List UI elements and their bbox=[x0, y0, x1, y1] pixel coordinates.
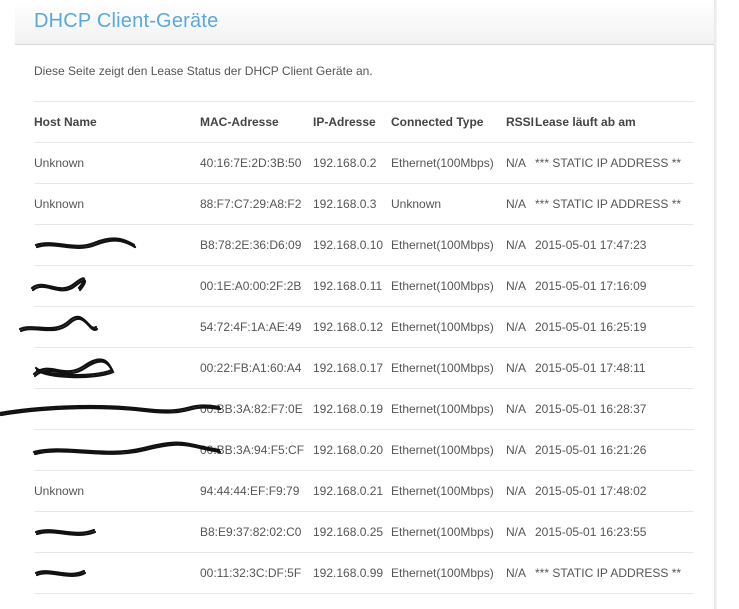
rssi-cell: N/A bbox=[506, 142, 535, 184]
table-row: Unknown 88:F7:C7:29:A8:F2 192.168.0.3 Unkno… bbox=[34, 183, 694, 225]
table-header-row: Host Name MAC-Adresse IP-Adresse Connect… bbox=[34, 101, 694, 143]
redaction-scribble bbox=[34, 236, 194, 251]
connected-type-cell: Unknown bbox=[391, 183, 506, 225]
redaction-scribble bbox=[0, 401, 222, 416]
connected-type-cell: Ethernet(100Mbps) bbox=[391, 224, 506, 266]
lease-expiry-cell: 2015-05-01 16:25:19 bbox=[535, 306, 694, 348]
header-host-name: Host Name bbox=[34, 101, 200, 143]
table-row: 00:BB:3A:94:F5:CF 192.168.0.20 Ethernet(10… bbox=[32, 429, 694, 471]
table-row: Unknown 94:44:44:EF:F9:79 192.168.0.21 Ethe… bbox=[34, 470, 694, 512]
connected-type-cell: Ethernet(100Mbps) bbox=[391, 306, 506, 348]
host-name-cell: Unknown bbox=[34, 470, 200, 512]
panel-shadow bbox=[714, 0, 717, 609]
lease-expiry-cell: 2015-05-01 16:28:37 bbox=[535, 388, 694, 430]
lease-expiry-cell: *** STATIC IP ADDRESS ** bbox=[535, 183, 694, 225]
ip-address-cell: 192.168.0.25 bbox=[313, 511, 391, 553]
host-name-cell: Unknown bbox=[34, 142, 200, 184]
host-name-cell bbox=[30, 265, 200, 307]
connected-type-cell: Ethernet(100Mbps) bbox=[391, 470, 506, 512]
host-name-cell: Unknown bbox=[34, 183, 200, 225]
ip-address-cell: 192.168.0.10 bbox=[313, 224, 391, 266]
connected-type-cell: Ethernet(100Mbps) bbox=[391, 347, 506, 389]
lease-expiry-cell: 2015-05-01 17:48:11 bbox=[535, 347, 694, 389]
mac-address-cell: 94:44:44:EF:F9:79 bbox=[200, 470, 313, 512]
header-rssi: RSSI bbox=[506, 101, 535, 143]
host-name-cell bbox=[32, 429, 222, 471]
mac-address-cell: 40:16:7E:2D:3B:50 bbox=[200, 142, 313, 184]
lease-expiry-cell: 2015-05-01 17:48:02 bbox=[535, 470, 694, 512]
table-row: 00:BB:3A:82:F7:0E 192.168.0.19 Ethernet(10… bbox=[0, 388, 694, 430]
rssi-cell: N/A bbox=[506, 470, 535, 512]
ip-address-cell: 192.168.0.17 bbox=[313, 347, 391, 389]
header-connected-type: Connected Type bbox=[391, 101, 506, 143]
redaction-scribble bbox=[32, 357, 194, 378]
lease-expiry-cell: 2015-05-01 16:21:26 bbox=[535, 429, 694, 471]
ip-address-cell: 192.168.0.3 bbox=[313, 183, 391, 225]
header-mac-address: MAC-Adresse bbox=[200, 101, 313, 143]
title-bar: DHCP Client-Geräte bbox=[15, 0, 714, 45]
host-name-cell bbox=[32, 347, 200, 389]
header-ip-address: IP-Adresse bbox=[313, 101, 391, 143]
ip-address-cell: 192.168.0.20 bbox=[313, 429, 391, 471]
redaction-scribble bbox=[34, 524, 194, 538]
connected-type-cell: Ethernet(100Mbps) bbox=[391, 265, 506, 307]
ip-address-cell: 192.168.0.21 bbox=[313, 470, 391, 512]
rssi-cell: N/A bbox=[506, 552, 535, 594]
host-name-cell bbox=[0, 388, 222, 430]
connected-type-cell: Ethernet(100Mbps) bbox=[391, 511, 506, 553]
table-row: 54:72:4F:1A:AE:49 192.168.0.12 Ethernet(10… bbox=[18, 306, 694, 348]
rssi-cell: N/A bbox=[506, 347, 535, 389]
table-row: B8:78:2E:36:D6:09 192.168.0.10 Ethernet(10… bbox=[34, 224, 694, 266]
lease-expiry-cell: *** STATIC IP ADDRESS ** bbox=[535, 552, 694, 594]
rssi-cell: N/A bbox=[506, 388, 535, 430]
table-row: B8:E9:37:82:02:C0 192.168.0.25 Ethernet(10… bbox=[34, 511, 694, 553]
header-lease-expiry: Lease läuft ab am bbox=[535, 101, 694, 143]
redaction-scribble bbox=[30, 276, 194, 292]
connected-type-cell: Ethernet(100Mbps) bbox=[391, 429, 506, 471]
mac-address-cell: 88:F7:C7:29:A8:F2 bbox=[200, 183, 313, 225]
dhcp-lease-table: Host Name MAC-Adresse IP-Adresse Connect… bbox=[0, 101, 694, 594]
redaction-scribble bbox=[32, 441, 222, 456]
connected-type-cell: Ethernet(100Mbps) bbox=[391, 552, 506, 594]
ip-address-cell: 192.168.0.2 bbox=[313, 142, 391, 184]
host-name-cell bbox=[34, 511, 200, 553]
rssi-cell: N/A bbox=[506, 183, 535, 225]
ip-address-cell: 192.168.0.12 bbox=[313, 306, 391, 348]
ip-address-cell: 192.168.0.11 bbox=[313, 265, 391, 307]
lease-expiry-cell: 2015-05-01 17:47:23 bbox=[535, 224, 694, 266]
redaction-scribble bbox=[18, 315, 194, 333]
host-name-cell bbox=[34, 224, 200, 266]
table-row: 00:11:32:3C:DF:5F 192.168.0.99 Ethernet(10… bbox=[34, 552, 694, 594]
rssi-cell: N/A bbox=[506, 511, 535, 553]
dhcp-panel: DHCP Client-Geräte Diese Seite zeigt den… bbox=[0, 0, 714, 609]
lease-expiry-cell: 2015-05-01 17:16:09 bbox=[535, 265, 694, 307]
table-row: 00:1E:A0:00:2F:2B 192.168.0.11 Ethernet(10… bbox=[30, 265, 694, 307]
redaction-scribble bbox=[34, 565, 194, 579]
host-name-cell bbox=[34, 552, 200, 594]
rssi-cell: N/A bbox=[506, 224, 535, 266]
ip-address-cell: 192.168.0.19 bbox=[313, 388, 391, 430]
lease-expiry-cell: 2015-05-01 16:23:55 bbox=[535, 511, 694, 553]
table-row: Unknown 40:16:7E:2D:3B:50 192.168.0.2 Ether… bbox=[34, 142, 694, 184]
rssi-cell: N/A bbox=[506, 306, 535, 348]
page-description: Diese Seite zeigt den Lease Status der D… bbox=[34, 64, 373, 78]
rssi-cell: N/A bbox=[506, 265, 535, 307]
page-title: DHCP Client-Geräte bbox=[34, 10, 219, 32]
lease-table-body: Unknown 40:16:7E:2D:3B:50 192.168.0.2 Ether… bbox=[0, 142, 694, 594]
ip-address-cell: 192.168.0.99 bbox=[313, 552, 391, 594]
lease-expiry-cell: *** STATIC IP ADDRESS ** bbox=[535, 142, 694, 184]
connected-type-cell: Ethernet(100Mbps) bbox=[391, 388, 506, 430]
connected-type-cell: Ethernet(100Mbps) bbox=[391, 142, 506, 184]
table-row: 00:22:FB:A1:60:A4 192.168.0.17 Ethernet(10… bbox=[32, 347, 694, 389]
rssi-cell: N/A bbox=[506, 429, 535, 471]
host-name-cell bbox=[18, 306, 200, 348]
